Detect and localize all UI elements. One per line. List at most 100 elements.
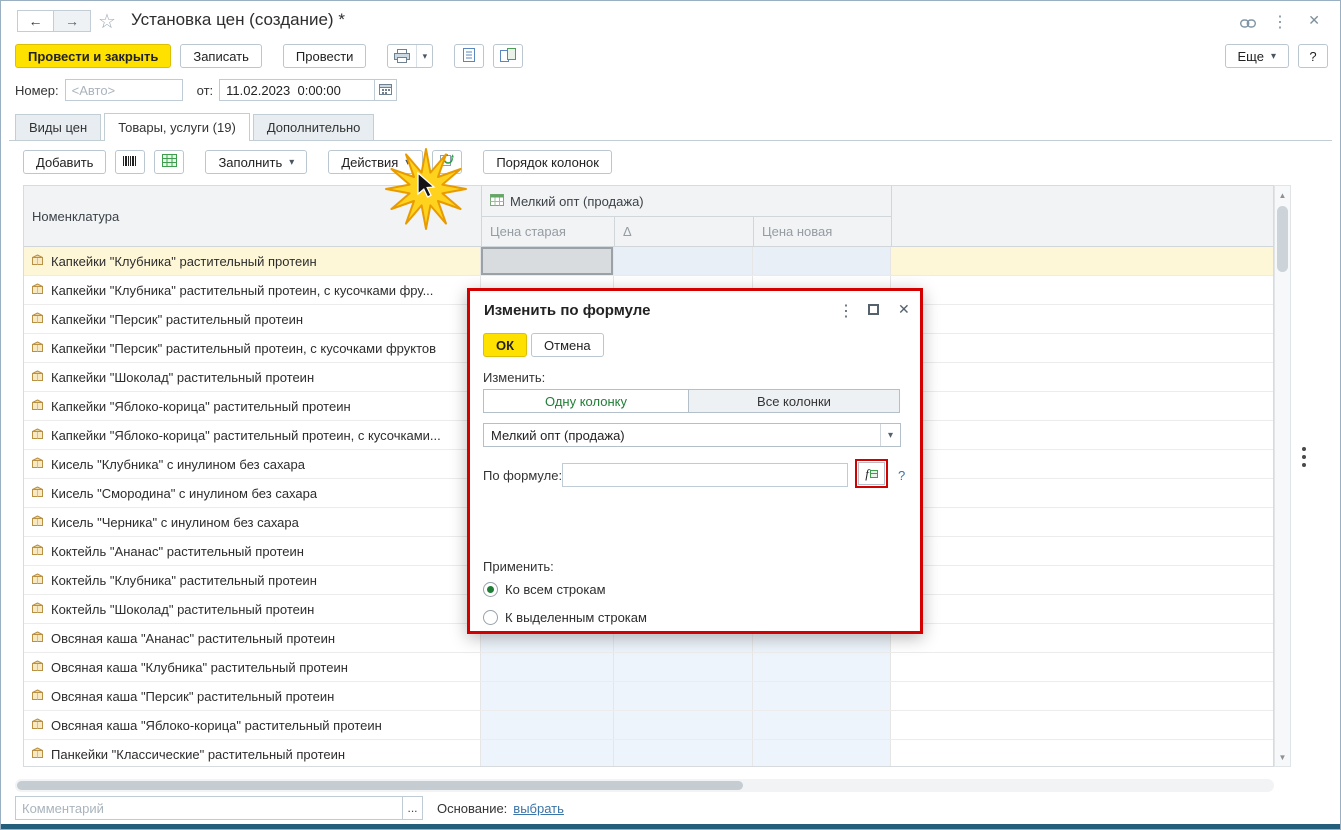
date-input[interactable] [219, 79, 376, 101]
window-menu-icon[interactable]: ⋮ [1272, 12, 1288, 32]
cell-old-price[interactable] [481, 653, 614, 681]
cell-nomenclature[interactable]: Овсяная каша "Персик" растительный проте… [24, 682, 481, 710]
basis-select-link[interactable]: выбрать [513, 801, 564, 816]
print-dropdown-icon[interactable] [416, 45, 432, 67]
horizontal-scroll-thumb[interactable] [17, 781, 743, 790]
all-columns-option[interactable]: Все колонки [688, 389, 900, 413]
apply-selected-rows-radio[interactable]: К выделенным строкам [483, 610, 647, 625]
report-structure-button[interactable] [454, 44, 485, 68]
post-button[interactable]: Провести [282, 44, 367, 68]
combo-dropdown-icon[interactable] [880, 424, 900, 446]
add-row-button[interactable]: Добавить [23, 150, 107, 174]
product-name: Панкейки "Классические" растительный про… [51, 746, 346, 762]
document-list-icon [462, 47, 476, 65]
table-row[interactable]: Панкейки "Классические" растительный про… [24, 740, 1274, 766]
actions-menu-button[interactable]: Действия [328, 150, 424, 174]
table-row[interactable]: Овсяная каша "Персик" растительный проте… [24, 682, 1274, 711]
cell-nomenclature[interactable]: Овсяная каша "Клубника" растительный про… [24, 653, 481, 681]
header-filler [891, 185, 1274, 247]
cell-nomenclature[interactable]: Кисель "Клубника" с инулином без сахара [24, 450, 481, 478]
print-split-button[interactable] [387, 44, 434, 68]
dialog-menu-icon[interactable]: ⋮ [838, 301, 854, 321]
number-input[interactable] [64, 79, 183, 101]
tab-price-types[interactable]: Виды цен [15, 114, 102, 140]
cell-nomenclature[interactable]: Капкейки "Клубника" растительный протеин [24, 247, 481, 275]
tab-goods-services[interactable]: Товары, услуги (19) [104, 113, 250, 141]
header-delta[interactable]: Δ [614, 216, 754, 247]
cell-old-price[interactable] [481, 740, 614, 766]
cell-nomenclature[interactable]: Капкейки "Персик" растительный протеин [24, 305, 481, 333]
cell-delta[interactable] [614, 711, 753, 739]
close-icon[interactable]: ✕ [1308, 12, 1320, 29]
cell-delta[interactable] [614, 653, 753, 681]
header-old-price[interactable]: Цена старая [481, 216, 615, 247]
cell-nomenclature[interactable]: Капкейки "Клубника" растительный протеин… [24, 276, 481, 304]
favorite-star-icon[interactable]: ☆ [98, 9, 116, 34]
back-button[interactable]: ← [17, 10, 54, 32]
barcode-button[interactable] [115, 150, 146, 174]
help-button[interactable]: ? [1298, 44, 1328, 68]
vertical-scroll-thumb[interactable] [1277, 206, 1288, 272]
cell-delta[interactable] [614, 682, 753, 710]
table-row[interactable]: Овсяная каша "Яблоко-корица" растительны… [24, 711, 1274, 740]
cell-nomenclature[interactable]: Капкейки "Шоколад" растительный протеин [24, 363, 481, 391]
cell-nomenclature[interactable]: Овсяная каша "Ананас" растительный проте… [24, 624, 481, 652]
pick-from-list-button[interactable] [154, 150, 185, 174]
column-order-button[interactable]: Порядок колонок [483, 150, 612, 174]
header-new-price[interactable]: Цена новая [753, 216, 892, 247]
fill-menu-button[interactable]: Заполнить [205, 150, 308, 174]
cell-new-price[interactable] [753, 711, 891, 739]
dialog-close-icon[interactable]: ✕ [898, 301, 910, 318]
cell-delta[interactable] [614, 740, 753, 766]
change-by-formula-button[interactable] [432, 150, 463, 174]
write-button[interactable]: Записать [180, 44, 262, 68]
panel-splitter-handle[interactable] [1302, 447, 1306, 467]
cell-new-price[interactable] [753, 682, 891, 710]
horizontal-scrollbar[interactable] [15, 779, 1274, 792]
cancel-button[interactable]: Отмена [531, 333, 604, 357]
table-row[interactable]: Капкейки "Клубника" растительный протеин [24, 247, 1274, 276]
table-row[interactable]: Овсяная каша "Клубника" растительный про… [24, 653, 1274, 682]
more-actions-button[interactable]: Еще [1224, 44, 1289, 68]
cell-old-price[interactable] [481, 682, 614, 710]
cell-nomenclature[interactable]: Коктейль "Шоколад" растительный протеин [24, 595, 481, 623]
cell-nomenclature[interactable]: Овсяная каша "Яблоко-корица" растительны… [24, 711, 481, 739]
cell-delta[interactable] [614, 247, 753, 275]
header-price-group[interactable]: Мелкий опт (продажа) [481, 185, 892, 217]
tab-additional[interactable]: Дополнительно [252, 114, 375, 140]
calendar-button[interactable] [375, 79, 398, 101]
cell-nomenclature[interactable]: Кисель "Смородина" с инулином без сахара [24, 479, 481, 507]
vertical-scrollbar[interactable] [1274, 185, 1291, 767]
cell-nomenclature[interactable]: Капкейки "Яблоко-корица" растительный пр… [24, 421, 481, 449]
cell-nomenclature[interactable]: Капкейки "Персик" растительный протеин, … [24, 334, 481, 362]
cell-new-price[interactable] [753, 653, 891, 681]
header-nomenclature[interactable]: Номенклатура [23, 185, 482, 247]
one-column-option[interactable]: Одну колонку [483, 389, 689, 413]
print-icon[interactable] [388, 45, 416, 67]
get-link-icon[interactable] [1239, 15, 1257, 31]
cell-old-price[interactable] [481, 247, 614, 275]
cell-nomenclature[interactable]: Панкейки "Классические" растительный про… [24, 740, 481, 766]
dialog-maximize-icon[interactable] [868, 304, 879, 315]
formula-input[interactable] [562, 463, 848, 487]
cell-new-price[interactable] [753, 740, 891, 766]
compare-documents-button[interactable] [493, 44, 524, 68]
cell-filler [891, 392, 1274, 420]
comment-input[interactable] [15, 796, 403, 820]
post-and-close-button[interactable]: Провести и закрыть [15, 44, 172, 68]
scroll-up-icon[interactable] [1275, 187, 1290, 203]
price-type-select[interactable]: Мелкий опт (продажа) [483, 423, 901, 447]
forward-button[interactable]: → [54, 10, 91, 32]
cell-nomenclature[interactable]: Капкейки "Яблоко-корица" растительный пр… [24, 392, 481, 420]
formula-help-link[interactable]: ? [898, 468, 905, 483]
cell-nomenclature[interactable]: Коктейль "Клубника" растительный протеин [24, 566, 481, 594]
ok-button[interactable]: ОК [483, 333, 528, 357]
formula-editor-button[interactable]: f [858, 462, 885, 485]
cell-nomenclature[interactable]: Кисель "Черника" с инулином без сахара [24, 508, 481, 536]
comment-expand-button[interactable]: ... [403, 796, 423, 820]
apply-all-rows-radio[interactable]: Ко всем строкам [483, 582, 606, 597]
cell-nomenclature[interactable]: Коктейль "Ананас" растительный протеин [24, 537, 481, 565]
cell-old-price[interactable] [481, 711, 614, 739]
cell-new-price[interactable] [753, 247, 891, 275]
scroll-down-icon[interactable] [1275, 749, 1290, 765]
